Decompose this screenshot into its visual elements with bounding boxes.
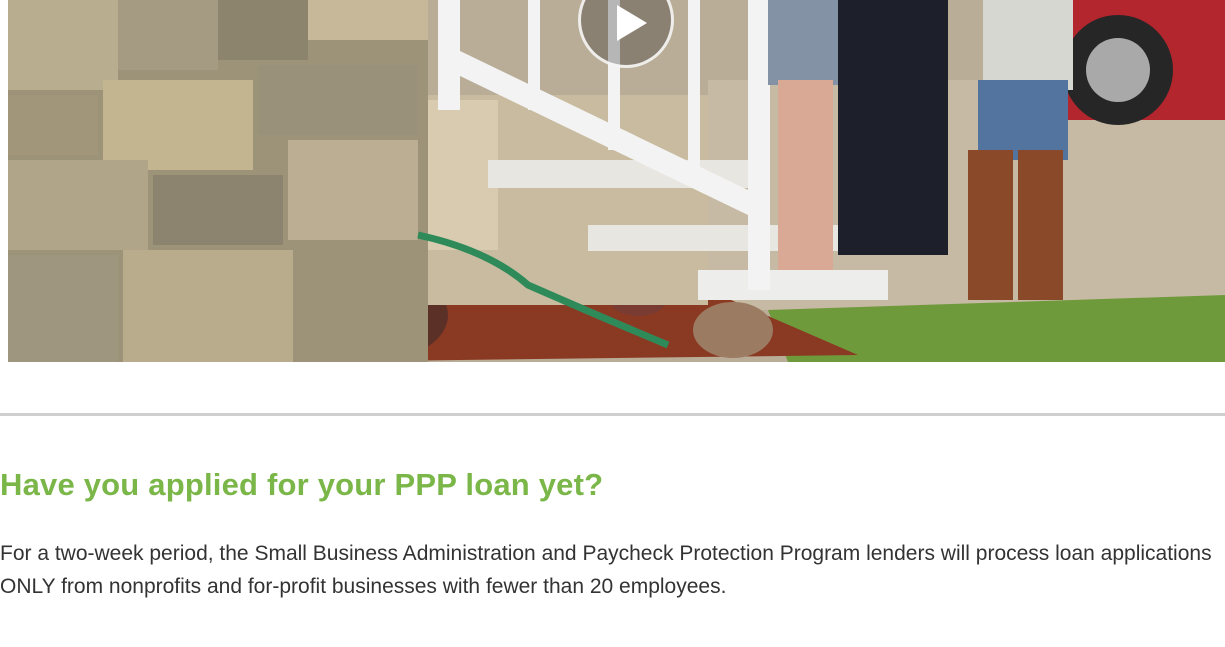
video-thumbnail[interactable]	[8, 0, 1225, 362]
article-heading: Have you applied for your PPP loan yet?	[0, 467, 604, 502]
section-divider	[0, 413, 1225, 416]
play-icon	[617, 5, 647, 41]
article-body: For a two-week period, the Small Busines…	[0, 542, 1212, 598]
